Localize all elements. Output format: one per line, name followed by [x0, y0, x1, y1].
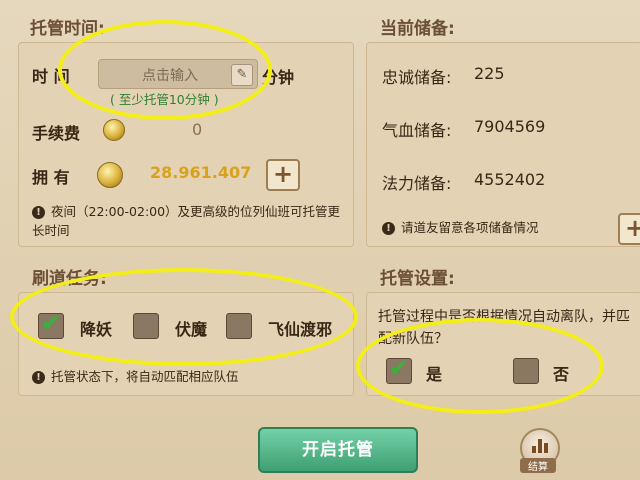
annotation-circle-input	[58, 20, 272, 120]
exclamation-icon: !	[382, 222, 395, 235]
reserve-value-loyalty: 225	[474, 64, 505, 83]
annotation-circle-settings	[356, 318, 604, 414]
night-note-text: 夜间（22:00-02:00）及更高级的位列仙班可托管更长时间	[32, 204, 341, 238]
reserve-label-hp: 气血储备:	[382, 121, 452, 140]
add-reserve-button[interactable]: +	[618, 213, 640, 245]
reserve-value-hp: 7904569	[474, 117, 546, 136]
start-trust-button[interactable]: 开启托管	[258, 427, 418, 473]
trust-window: 托管时间: 时 间 点击输入 ✎ 分钟 ( 至少托管10分钟 ) 手续费 0 拥…	[0, 0, 640, 480]
reserve-label-loyalty: 忠诚储备:	[382, 68, 452, 87]
reserves-note-text: 请道友留意各项储备情况	[401, 220, 539, 235]
reserves-title: 当前储备:	[380, 19, 455, 39]
add-money-button[interactable]: +	[266, 159, 300, 191]
reserve-value-mp: 4552402	[474, 170, 546, 189]
own-label: 拥 有	[32, 168, 70, 187]
tasks-note-text: 托管状态下，将自动匹配相应队伍	[51, 369, 239, 384]
night-note: ! 夜间（22:00-02:00）及更高级的位列仙班可托管更长时间	[32, 202, 342, 240]
fee-value: 0	[192, 120, 203, 139]
reserve-label-mp: 法力储备:	[382, 174, 452, 193]
reserves-note: ! 请道友留意各项储备情况	[382, 218, 592, 237]
own-value: 28.961.407	[150, 163, 252, 182]
fee-label: 手续费	[32, 124, 81, 143]
settings-title: 托管设置:	[380, 269, 455, 289]
tasks-note: ! 托管状态下，将自动匹配相应队伍	[32, 367, 332, 386]
exclamation-icon: !	[32, 371, 45, 384]
stats-label: 结算	[520, 458, 556, 473]
annotation-circle-tasks	[10, 268, 358, 366]
coin-icon	[97, 162, 123, 188]
exclamation-icon: !	[32, 206, 45, 219]
coin-icon	[103, 119, 125, 141]
bar-chart-icon	[532, 439, 548, 453]
